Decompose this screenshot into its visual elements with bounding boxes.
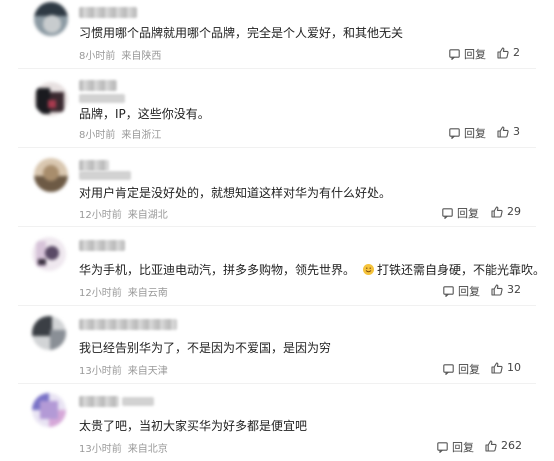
username[interactable] (79, 319, 177, 330)
comment-meta: 8小时前 来自陕西 (79, 47, 167, 62)
comment-text: 华为手机，比亚迪电动汽，拼多多购物，领先世界。 打铁还需自身硬，不能光靠吹。 (79, 261, 545, 278)
reply-icon (442, 207, 453, 219)
username[interactable] (79, 80, 117, 91)
comment-location: 来自天津 (127, 366, 168, 377)
reply-button[interactable]: 回复 (442, 205, 479, 221)
comment-text: 习惯用哪个品牌就用哪个品牌，完全是个人爱好，和其他无关 (79, 26, 404, 40)
like-button[interactable]: 29 (491, 205, 521, 218)
like-button[interactable]: 32 (491, 283, 521, 296)
thumbs-up-icon (485, 439, 497, 452)
divider (18, 226, 536, 227)
reply-label: 回复 (464, 48, 486, 61)
reply-label: 回复 (464, 127, 486, 140)
reply-button[interactable]: 回复 (437, 439, 474, 455)
reply-icon (443, 285, 454, 297)
reply-icon (443, 363, 454, 375)
username-extra (79, 171, 131, 180)
like-count: 2 (513, 46, 520, 59)
username-extra (79, 94, 125, 103)
avatar[interactable] (34, 2, 68, 36)
like-count: 29 (507, 205, 521, 218)
comment-text: 太贵了吧，当初大家买华为好多都是便宜吧 (79, 419, 308, 433)
reply-label: 回复 (457, 207, 479, 220)
comment-location: 来自北京 (127, 444, 168, 455)
like-count: 3 (513, 125, 520, 138)
reply-button[interactable]: 回复 (449, 46, 486, 62)
comment-text: 对用户肯定是没好处的，就想知道这样对华为有什么好处。 (79, 186, 392, 200)
like-count: 32 (507, 283, 521, 296)
comment-text: 品牌，IP，这些你没有。 (79, 107, 210, 121)
comment-text: 我已经告别华为了，不是因为不爱国，是因为穷 (79, 341, 332, 355)
divider (18, 147, 536, 148)
thumbs-up-icon (491, 361, 503, 374)
divider (18, 305, 536, 306)
like-button[interactable]: 262 (485, 439, 522, 452)
thumbs-up-icon (491, 283, 503, 296)
reply-button[interactable]: 回复 (449, 125, 486, 141)
thumbs-up-icon (491, 205, 503, 218)
username[interactable] (79, 160, 109, 171)
divider (18, 68, 536, 69)
comment-time: 13小时前 (79, 366, 122, 377)
reply-label: 回复 (458, 363, 480, 376)
reply-button[interactable]: 回复 (443, 283, 480, 299)
like-button[interactable]: 10 (491, 361, 521, 374)
comment-time: 12小时前 (79, 288, 122, 299)
thumbs-up-icon (497, 46, 509, 59)
comment-time: 12小时前 (79, 210, 122, 221)
comment-text-part: 华为手机，比亚迪电动汽，拼多多购物，领先世界。 (79, 263, 356, 277)
comment-meta: 8小时前 来自浙江 (79, 126, 167, 141)
comment-location: 来自陕西 (121, 51, 162, 62)
username[interactable] (79, 240, 125, 251)
like-count: 262 (501, 439, 522, 452)
reply-button[interactable]: 回复 (443, 361, 480, 377)
comment-meta: 13小时前 来自北京 (79, 440, 174, 455)
like-button[interactable]: 3 (497, 125, 520, 138)
reply-label: 回复 (452, 441, 474, 454)
username[interactable] (79, 7, 137, 18)
smile-emoji-icon (363, 264, 375, 275)
divider (18, 383, 536, 384)
comment-time: 13小时前 (79, 444, 122, 455)
comment-text-part: 打铁还需自身硬，不能光靠吹。 (377, 263, 546, 277)
comment-meta: 12小时前 来自湖北 (79, 206, 174, 221)
avatar[interactable] (32, 237, 66, 271)
comment-meta: 13小时前 来自天津 (79, 362, 174, 377)
username-extra (122, 397, 154, 406)
like-button[interactable]: 2 (497, 46, 520, 59)
reply-icon (437, 441, 448, 453)
reply-icon (449, 127, 460, 139)
comment-location: 来自云南 (127, 288, 168, 299)
comment-location: 来自浙江 (121, 130, 162, 141)
comment-meta: 12小时前 来自云南 (79, 284, 174, 299)
avatar[interactable] (34, 158, 68, 192)
like-count: 10 (507, 361, 521, 374)
comment-time: 8小时前 (79, 51, 116, 62)
comment-time: 8小时前 (79, 130, 116, 141)
username[interactable] (79, 396, 119, 407)
thumbs-up-icon (497, 125, 509, 138)
avatar[interactable] (32, 316, 66, 350)
avatar[interactable] (34, 82, 68, 116)
reply-label: 回复 (458, 285, 480, 298)
comment-location: 来自湖北 (127, 210, 168, 221)
avatar[interactable] (32, 393, 66, 427)
reply-icon (449, 48, 460, 60)
